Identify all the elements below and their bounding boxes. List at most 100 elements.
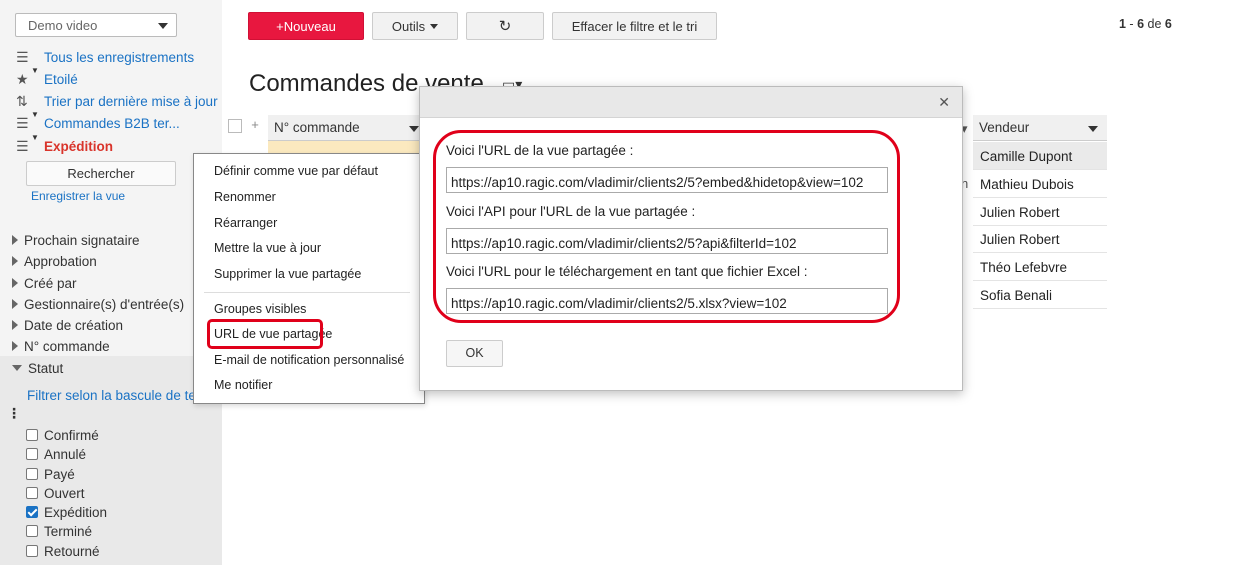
column-header-label: Vendeur <box>979 120 1030 135</box>
sidebar-item-label: Tous les enregistrements <box>44 49 195 65</box>
pager: 1 - 6 de 6 <box>1119 17 1172 31</box>
search-button[interactable]: Rechercher <box>26 161 176 186</box>
filter-approval[interactable]: Approbation <box>12 251 97 271</box>
view-context-menu: Définir comme vue par défaut Renommer Ré… <box>193 153 425 404</box>
filter-entry-managers[interactable]: Gestionnaire(s) d'entrée(s) <box>12 294 184 314</box>
toggle-filter-link[interactable]: Filtrer selon la bascule de te <box>27 388 195 403</box>
pager-total: 6 <box>1164 17 1172 31</box>
more-vertical-icon[interactable]: ⋮ <box>7 405 21 422</box>
sidebar: Demo video ☰ Tous les enregistrements ★ ▼… <box>0 0 222 565</box>
list-icon: ☰ <box>16 48 29 65</box>
dialog-header: ✕ <box>420 87 962 118</box>
chevron-down-icon <box>409 126 419 132</box>
checkbox-checked[interactable] <box>26 506 38 518</box>
column-header-label: N° commande <box>274 120 360 135</box>
status-option-open[interactable]: Ouvert <box>26 484 85 502</box>
status-option-finished[interactable]: Terminé <box>26 522 92 540</box>
sidebar-item-sort-updated[interactable]: ⇅ Trier par dernière mise à jour <box>16 91 218 111</box>
column-header-vendor[interactable]: Vendeur <box>973 115 1107 141</box>
status-option-shipping[interactable]: Expédition <box>26 503 107 521</box>
table-cell-vendor[interactable]: Camille Dupont <box>973 142 1107 170</box>
menu-item-set-default[interactable]: Définir comme vue par défaut <box>214 164 378 178</box>
sidebar-item-label: Commandes B2B ter... <box>44 115 180 131</box>
chevron-down-icon <box>430 23 439 29</box>
refresh-icon: ↻ <box>498 18 512 35</box>
filter-label: Créé par <box>24 275 77 291</box>
sidebar-item-b2b-orders[interactable]: ☰ ▼ Commandes B2B ter... <box>16 109 180 133</box>
shared-view-url-dialog: ✕ Voici l'URL de la vue partagée : Voici… <box>419 86 963 391</box>
caret-right-icon <box>12 235 18 245</box>
caret-right-icon <box>12 256 18 266</box>
view-select[interactable]: Demo video <box>15 13 177 37</box>
filter-label: Approbation <box>24 253 97 269</box>
table-cell-vendor[interactable]: Théo Lefebvre <box>973 253 1107 281</box>
menu-item-visible-groups[interactable]: Groupes visibles <box>214 302 306 316</box>
menu-item-custom-notification-email[interactable]: E-mail de notification personnalisé <box>214 353 404 367</box>
filter-list-icon: ☰ ▼ <box>16 132 39 154</box>
status-option-paid[interactable]: Payé <box>26 465 75 483</box>
checkbox[interactable] <box>26 429 38 441</box>
table-cell-vendor[interactable]: Mathieu Dubois <box>973 170 1107 198</box>
sidebar-item-all-records[interactable]: ☰ Tous les enregistrements <box>16 47 194 67</box>
add-icon[interactable]: + <box>247 117 263 135</box>
caret-right-icon <box>12 320 18 330</box>
sidebar-item-starred[interactable]: ★ ▼ Etoilé <box>16 65 78 89</box>
checkbox[interactable] <box>26 545 38 557</box>
checkbox[interactable] <box>26 448 38 460</box>
select-all-checkbox[interactable] <box>228 119 242 133</box>
sort-icon: ⇅ <box>16 92 28 109</box>
menu-item-update-view[interactable]: Mettre la vue à jour <box>214 241 321 255</box>
view-select-value: Demo video <box>28 18 98 33</box>
filter-label: N° commande <box>24 338 110 354</box>
filter-next-signer[interactable]: Prochain signataire <box>12 230 140 250</box>
ok-button[interactable]: OK <box>446 340 503 367</box>
column-header-order-number[interactable]: N° commande <box>268 115 428 141</box>
menu-item-delete-shared-view[interactable]: Supprimer la vue partagée <box>214 267 361 281</box>
filter-created-by[interactable]: Créé par <box>12 273 77 293</box>
checkbox-label: Payé <box>44 466 75 482</box>
star-icon: ★ ▼ <box>16 65 39 87</box>
caret-right-icon <box>12 341 18 351</box>
filter-list-icon: ☰ ▼ <box>16 109 39 131</box>
caret-down-icon <box>12 365 22 371</box>
chevron-down-icon <box>1088 126 1098 132</box>
status-option-cancelled[interactable]: Annulé <box>26 445 86 463</box>
filter-label: Date de création <box>24 317 124 333</box>
sidebar-item-label: Expédition <box>44 138 114 154</box>
sidebar-item-expedition[interactable]: ☰ ▼ Expédition <box>16 132 114 156</box>
pager-from: 1 <box>1119 17 1126 31</box>
refresh-button[interactable]: ↻ <box>466 12 544 40</box>
table-cell-vendor[interactable]: Sofia Benali <box>973 281 1107 309</box>
filter-status[interactable]: Statut <box>12 358 63 378</box>
tools-button[interactable]: Outils <box>372 12 458 40</box>
chevron-down-icon <box>158 23 168 29</box>
sidebar-item-label: Etoilé <box>44 71 78 87</box>
menu-divider <box>204 292 410 293</box>
filter-label: Prochain signataire <box>24 232 140 248</box>
checkbox[interactable] <box>26 525 38 537</box>
checkbox-label: Annulé <box>44 446 87 462</box>
checkbox[interactable] <box>26 468 38 480</box>
menu-item-rename[interactable]: Renommer <box>214 190 276 204</box>
filter-order-number[interactable]: N° commande <box>12 336 110 356</box>
filter-label: Gestionnaire(s) d'entrée(s) <box>24 296 185 312</box>
annotation-highlight <box>207 319 323 349</box>
save-view-link[interactable]: Enregistrer la vue <box>31 189 125 203</box>
checkbox-label: Ouvert <box>44 485 85 501</box>
new-record-button[interactable]: +Nouveau <box>248 12 364 40</box>
filter-creation-date[interactable]: Date de création <box>12 315 123 335</box>
clear-filter-button[interactable]: Effacer le filtre et le tri <box>552 12 717 40</box>
menu-item-rearrange[interactable]: Réarranger <box>214 216 277 230</box>
filter-label: Statut <box>28 360 64 376</box>
table-cell-vendor[interactable]: Julien Robert <box>973 198 1107 226</box>
pager-sep: de <box>1147 17 1162 31</box>
menu-item-notify-me[interactable]: Me notifier <box>214 378 272 392</box>
sidebar-item-label: Trier par dernière mise à jour <box>44 93 218 109</box>
table-cell-vendor[interactable]: Julien Robert <box>973 225 1107 253</box>
checkbox[interactable] <box>26 487 38 499</box>
close-icon[interactable]: ✕ <box>938 94 950 111</box>
tools-label: Outils <box>391 18 426 34</box>
annotation-highlight <box>433 130 900 323</box>
status-option-confirmed[interactable]: Confirmé <box>26 426 99 444</box>
status-option-returned[interactable]: Retourné <box>26 542 100 560</box>
